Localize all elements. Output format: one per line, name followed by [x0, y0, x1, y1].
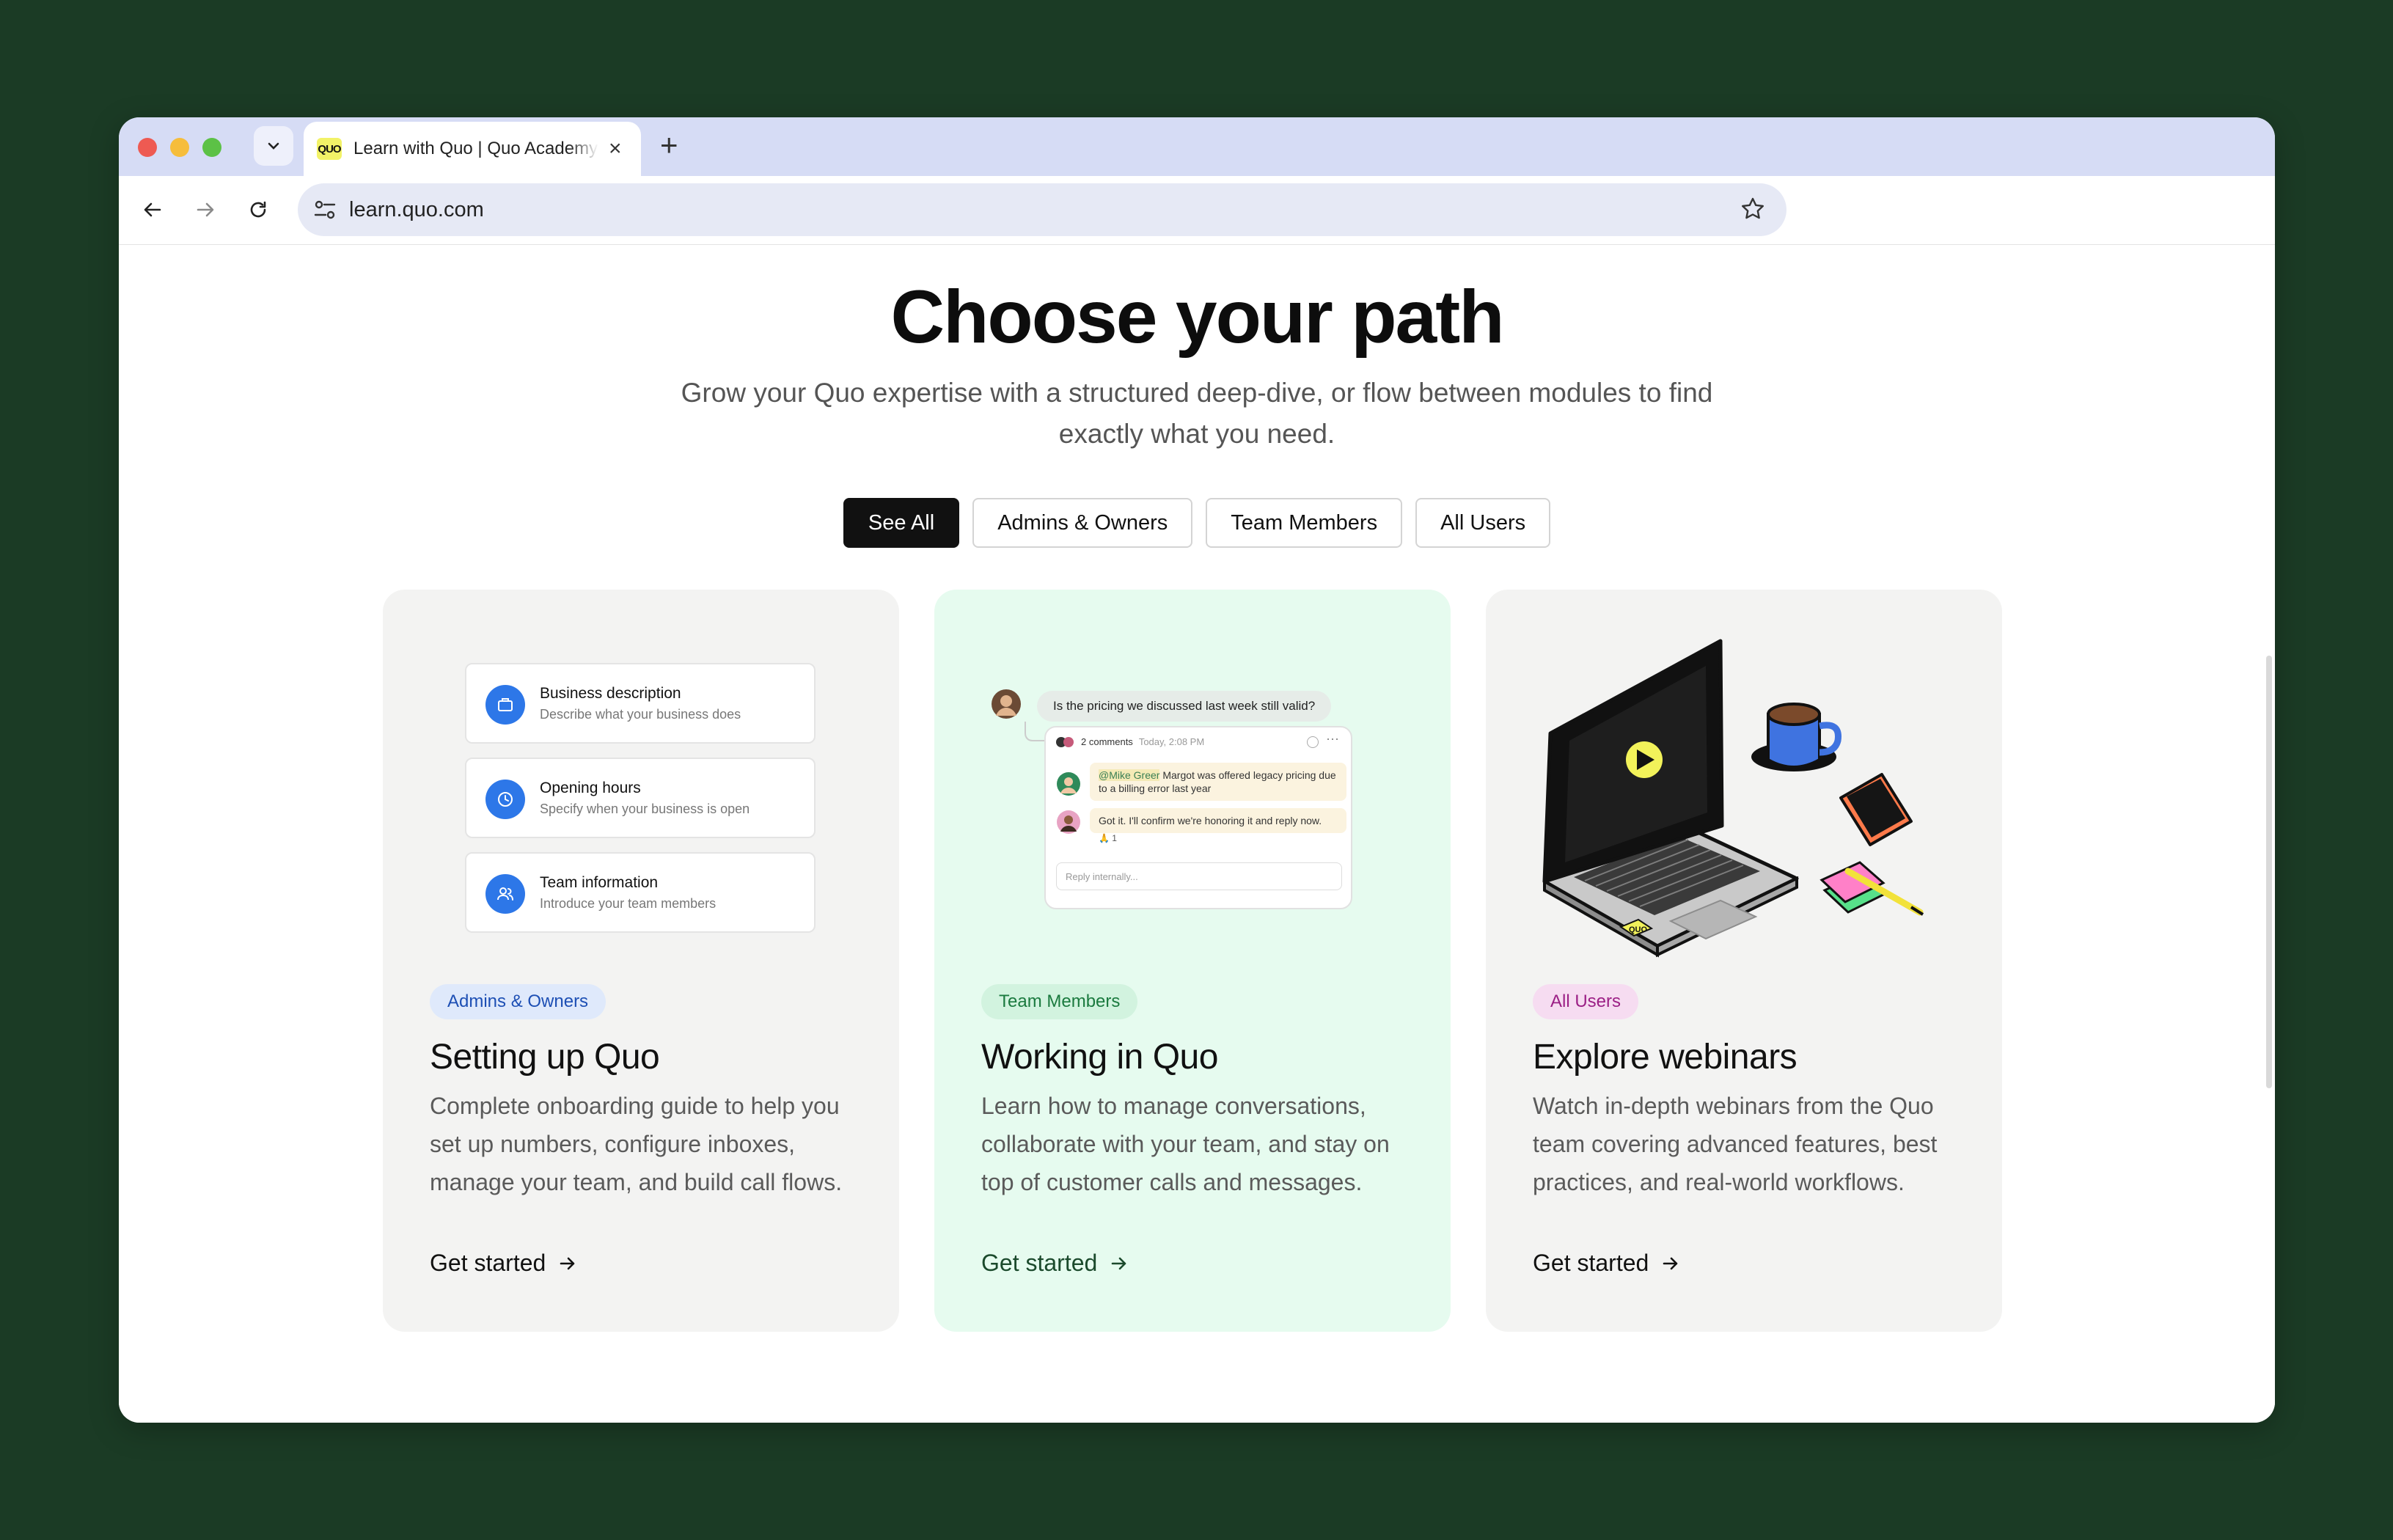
reply-input: Reply internally...	[1056, 862, 1342, 890]
thread-connector	[1025, 722, 1044, 741]
conversation-illustration: Is the pricing we discussed last week st…	[934, 590, 1451, 1000]
commenter-avatars	[1056, 736, 1075, 747]
reload-button[interactable]	[243, 195, 273, 224]
window-controls	[138, 138, 221, 157]
active-tab[interactable]: QUO Learn with Quo | Quo Academy ×	[304, 122, 641, 176]
filter-team-members[interactable]: Team Members	[1206, 498, 1403, 548]
comment-message: @Mike Greer Margot was offered legacy pr…	[1090, 763, 1346, 801]
page-scrollbar[interactable]	[2266, 656, 2272, 1088]
comment-message: Got it. I'll confirm we're honoring it a…	[1090, 808, 1346, 833]
comment-thread: 2 comments Today, 2:08 PM ⋯ @Mike Greer …	[1044, 726, 1352, 909]
field-subtitle: Describe what your business does	[540, 707, 741, 722]
card-description: Learn how to manage conversations, colla…	[981, 1093, 1390, 1195]
get-started-link[interactable]: Get started	[430, 1250, 578, 1277]
users-icon	[485, 874, 525, 914]
url-text: learn.quo.com	[349, 197, 484, 221]
tab-title: Learn with Quo | Quo Academy	[353, 139, 598, 158]
course-card-working-in-quo[interactable]: Is the pricing we discussed last week st…	[934, 590, 1451, 1332]
card-description: Complete onboarding guide to help you se…	[430, 1093, 843, 1195]
arrow-left-icon	[144, 202, 161, 217]
field-title: Business description	[540, 685, 681, 702]
course-card-setting-up[interactable]: Business description Describe what your …	[383, 590, 899, 1332]
customer-message: Is the pricing we discussed last week st…	[1037, 691, 1332, 722]
more-icon: ⋯	[1326, 732, 1339, 747]
browser-toolbar: learn.quo.com	[119, 176, 2275, 245]
address-bar[interactable]: learn.quo.com	[298, 183, 1786, 236]
cta-label: Get started	[981, 1250, 1098, 1276]
field-subtitle: Specify when your business is open	[540, 802, 750, 816]
audience-badge: Admins & Owners	[430, 984, 607, 1019]
thread-header: 2 comments Today, 2:08 PM	[1056, 736, 1204, 747]
close-window-button[interactable]	[138, 138, 157, 157]
audience-badge: All Users	[1533, 984, 1639, 1019]
reaction-badge: 🙏 1	[1099, 833, 1117, 843]
browser-window: QUO Learn with Quo | Quo Academy × + lea…	[119, 117, 2275, 1423]
field-title: Opening hours	[540, 780, 641, 796]
cta-label: Get started	[1533, 1250, 1649, 1276]
field-title: Team information	[540, 874, 659, 891]
tab-bar: QUO Learn with Quo | Quo Academy × +	[119, 117, 2275, 176]
teammate-avatar	[1057, 772, 1080, 796]
field-subtitle: Introduce your team members	[540, 896, 717, 911]
card-title: Explore webinars	[1533, 1038, 1798, 1077]
minimize-window-button[interactable]	[170, 138, 189, 157]
quo-favicon-icon: QUO	[317, 138, 342, 160]
chevron-down-icon	[268, 142, 279, 150]
briefcase-icon	[485, 685, 525, 725]
page-subtitle: Grow your Quo expertise with a structure…	[681, 378, 1713, 449]
customer-avatar	[992, 689, 1021, 719]
arrow-right-icon	[197, 202, 214, 217]
tab-close-icon[interactable]: ×	[609, 136, 622, 161]
team-information-field: Team information Introduce your team mem…	[465, 852, 816, 933]
back-button[interactable]	[138, 195, 167, 224]
filter-admins-owners[interactable]: Admins & Owners	[972, 498, 1193, 548]
quo-sticker-text: QUO	[1629, 925, 1648, 934]
get-started-link[interactable]: Get started	[1533, 1250, 1681, 1277]
arrow-right-icon	[1111, 1257, 1126, 1269]
page-content: Choose your path Grow your Quo expertise…	[119, 245, 2275, 1423]
tab-search-button[interactable]	[254, 126, 293, 166]
arrow-right-icon	[1663, 1257, 1678, 1269]
clock-icon	[485, 780, 525, 819]
resolve-icon	[1307, 736, 1319, 748]
teammate-avatar	[1057, 810, 1080, 834]
bookmark-star-icon[interactable]	[1740, 196, 1766, 226]
course-card-explore-webinars[interactable]: QUO All Users Explore webinars Watch in-…	[1486, 590, 2002, 1332]
filter-all-users[interactable]: All Users	[1415, 498, 1551, 548]
get-started-link[interactable]: Get started	[981, 1250, 1129, 1277]
opening-hours-field: Opening hours Specify when your business…	[465, 758, 816, 838]
laptop-illustration: QUO	[1542, 639, 1924, 958]
thread-time: Today, 2:08 PM	[1138, 736, 1205, 747]
audience-badge: Team Members	[981, 984, 1138, 1019]
card-title: Setting up Quo	[430, 1038, 660, 1077]
card-title: Working in Quo	[981, 1038, 1218, 1077]
comments-count: 2 comments	[1081, 736, 1133, 747]
new-tab-button[interactable]: +	[660, 128, 678, 163]
forward-button[interactable]	[191, 195, 220, 224]
comment-text: Got it. I'll confirm we're honoring it a…	[1099, 815, 1322, 826]
reload-icon	[250, 201, 266, 218]
filter-tabs: See All Admins & Owners Team Members All…	[119, 498, 2275, 548]
business-description-field: Business description Describe what your …	[465, 663, 816, 744]
site-settings-icon[interactable]	[312, 195, 337, 228]
arrow-right-icon	[560, 1257, 575, 1269]
filter-see-all[interactable]: See All	[843, 498, 960, 548]
page-title: Choose your path	[890, 275, 1504, 359]
cta-label: Get started	[430, 1250, 546, 1276]
maximize-window-button[interactable]	[202, 138, 221, 157]
mention-tag: @Mike Greer	[1099, 769, 1160, 781]
card-description: Watch in-depth webinars from the Quo tea…	[1533, 1093, 1938, 1195]
onboarding-illustration: Business description Describe what your …	[383, 590, 899, 1000]
